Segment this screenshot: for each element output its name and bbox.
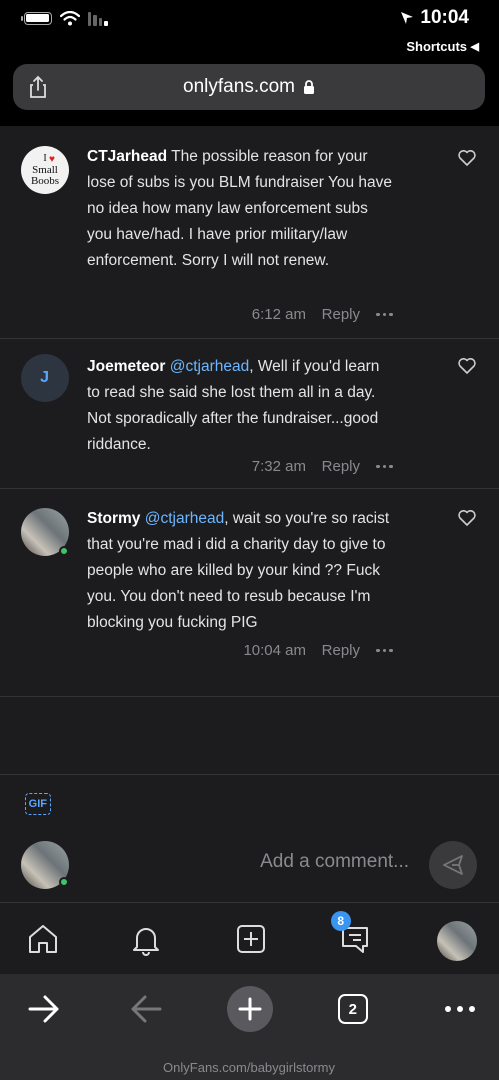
share-icon[interactable] — [25, 74, 51, 100]
comment-text: , wait so you're so racist that you're m… — [87, 510, 390, 631]
reply-button[interactable]: Reply — [322, 306, 360, 323]
address-bar-container: onlyfans.com — [0, 56, 499, 126]
url-text: onlyfans.com — [183, 76, 295, 97]
page: 10:04 ◀ Shortcuts onlyfans.com I ♥ Small… — [0, 0, 499, 1080]
location-arrow-icon — [401, 12, 414, 24]
comment-time: 7:32 am — [251, 458, 307, 475]
comment-author[interactable]: Stormy — [87, 510, 140, 527]
comment-input[interactable]: Add a comment... — [89, 851, 409, 873]
send-icon — [443, 855, 463, 875]
messages-badge-count: 8 — [337, 914, 345, 928]
home-icon — [29, 925, 57, 953]
comment-body: CTJarhead The possible reason for your l… — [87, 144, 393, 274]
avatar-sign-line1: I — [43, 153, 47, 164]
like-heart-icon[interactable] — [457, 148, 477, 168]
footer-url-text: OnlyFans.com/babygirlstormy — [163, 1060, 336, 1075]
status-icons — [24, 10, 108, 26]
online-status-dot — [59, 546, 69, 556]
comment-author[interactable]: Joemeteor — [87, 358, 165, 375]
add-post-icon — [237, 925, 265, 953]
wifi-icon — [60, 10, 80, 25]
more-menu-button[interactable] — [437, 986, 483, 1032]
messages-badge: 8 — [331, 911, 351, 931]
comment-body: Joemeteor @ctjarhead, Well if you'd lear… — [87, 354, 393, 458]
comment-mention[interactable]: @ctjarhead — [170, 358, 250, 375]
comment-composer: GIF Add a comment... — [0, 774, 499, 902]
status-bar: 10:04 — [0, 0, 499, 36]
more-options-icon[interactable] — [376, 312, 393, 317]
status-time: 10:04 — [400, 7, 469, 29]
plus-icon — [227, 986, 273, 1032]
arrow-forward-icon — [131, 995, 162, 1023]
lock-icon — [303, 80, 314, 94]
battery-icon — [24, 11, 52, 25]
clock-text: 10:04 — [420, 7, 469, 28]
cellular-signal-icon — [88, 10, 108, 26]
tab-create-post[interactable] — [233, 921, 269, 957]
forward-button[interactable] — [123, 986, 169, 1032]
comment-author[interactable]: CTJarhead — [87, 148, 167, 165]
new-tab-button[interactable] — [227, 986, 273, 1032]
comment-divider — [0, 488, 499, 489]
bell-icon — [133, 928, 159, 956]
comment-meta: Reply 7:32 am — [252, 458, 393, 475]
more-dots-icon — [445, 1006, 475, 1012]
comment-meta: Reply 10:04 am — [244, 642, 393, 659]
comments-list: I ♥ Small Boobs CTJarhead The possible r… — [0, 126, 499, 697]
tab-messages[interactable]: 8 — [331, 911, 373, 957]
comment-meta: Reply 6:12 am — [252, 306, 393, 323]
comments-footer-space — [0, 697, 499, 773]
like-heart-icon[interactable] — [457, 356, 477, 376]
avatar-ctjarhead[interactable]: I ♥ Small Boobs — [21, 146, 69, 194]
comment-mention[interactable]: @ctjarhead — [145, 510, 225, 527]
gif-button[interactable]: GIF — [25, 793, 51, 815]
tabs-button[interactable]: 2 — [330, 986, 376, 1032]
arrow-back-icon — [28, 995, 59, 1023]
tab-notifications[interactable] — [128, 921, 164, 957]
comment-input-placeholder: Add a comment... — [260, 851, 409, 872]
browser-toolbar: 2 OnlyFans.com/babygirlstormy — [0, 974, 499, 1080]
comment-text: The possible reason for your lose of sub… — [87, 148, 393, 269]
avatar-initial: J — [40, 369, 50, 386]
app-tab-bar: 8 — [0, 902, 499, 974]
back-chevron-icon: ◀ — [470, 40, 479, 53]
comment-body: Stormy @ctjarhead, wait so you're so rac… — [87, 506, 393, 636]
back-to-app-label: Shortcuts — [405, 38, 467, 54]
send-button[interactable] — [429, 841, 477, 889]
like-heart-icon[interactable] — [457, 508, 477, 528]
gif-label: GIF — [28, 798, 48, 810]
comment-divider — [0, 338, 499, 339]
avatar-joemeteor[interactable]: J — [21, 354, 69, 402]
tab-count: 2 — [348, 1000, 358, 1018]
comment-time: 6:12 am — [251, 306, 307, 323]
footer-url: OnlyFans.com/babygirlstormy — [0, 1060, 499, 1075]
avatar-sign-line3: Boobs — [30, 175, 60, 187]
comment-time: 10:04 am — [243, 642, 307, 659]
online-status-dot — [59, 877, 69, 887]
reply-button[interactable]: Reply — [322, 642, 360, 659]
more-options-icon[interactable] — [376, 648, 393, 653]
more-options-icon[interactable] — [376, 464, 393, 469]
back-to-app-link[interactable]: ◀ Shortcuts — [0, 36, 499, 56]
address-bar[interactable]: onlyfans.com — [13, 64, 485, 110]
reply-button[interactable]: Reply — [322, 458, 360, 475]
tabs-count-icon: 2 — [338, 994, 368, 1024]
back-button[interactable] — [21, 986, 67, 1032]
tab-profile[interactable] — [437, 921, 477, 961]
tab-home[interactable] — [25, 921, 61, 957]
